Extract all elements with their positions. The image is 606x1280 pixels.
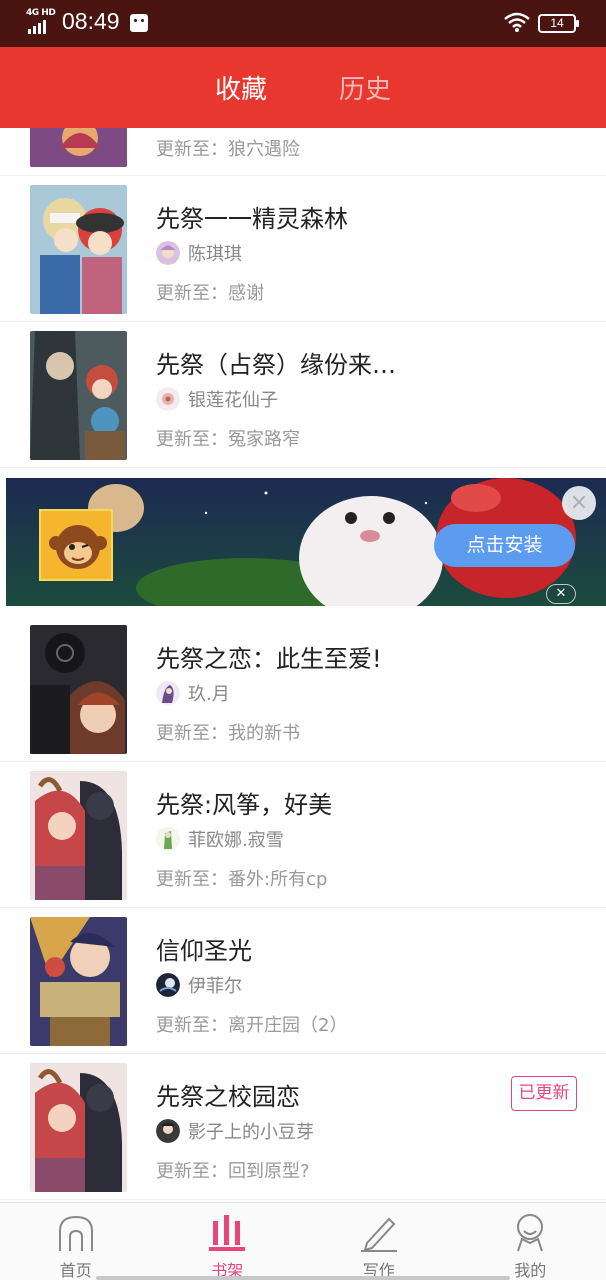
author-avatar xyxy=(156,681,180,705)
update-text: 更新至：离开庄园（2） xyxy=(156,1015,348,1036)
book-cover xyxy=(30,128,127,167)
nav-profile[interactable]: 我的 xyxy=(455,1203,606,1280)
pencil-icon xyxy=(360,1217,397,1252)
home-indicator xyxy=(96,1276,510,1280)
update-text: 更新至：狼穴遇险 xyxy=(156,139,300,160)
author-name: 陈琪琪 xyxy=(188,244,242,265)
update-text: 更新至：回到原型? xyxy=(156,1161,310,1182)
book-title: 先祭（占祭）缘份来… xyxy=(156,351,396,379)
ad-banner[interactable]: 点击安装 × ✕ xyxy=(6,478,606,606)
status-bar: 4G HD 08:49 14 xyxy=(0,0,606,47)
nav-home[interactable]: 首页 xyxy=(0,1203,152,1280)
list-item[interactable]: 先祭之校园恋 影子上的小豆芽 更新至：回到原型? 已更新 xyxy=(0,1054,606,1200)
author-name: 伊菲尔 xyxy=(188,976,242,997)
author-avatar xyxy=(156,973,180,997)
author-name: 影子上的小豆芽 xyxy=(188,1122,314,1143)
tab-favorites[interactable]: 收藏 xyxy=(215,69,267,106)
author-name: 银莲花仙子 xyxy=(188,390,278,411)
author-row: 菲欧娜.寂雪 xyxy=(156,826,284,852)
book-cover xyxy=(30,771,127,900)
book-title: 信仰圣光 xyxy=(156,937,252,965)
ad-dismiss-icon[interactable]: ✕ xyxy=(546,584,576,604)
network-signal-icon: 4G HD xyxy=(26,8,56,34)
book-list: 更新至：狼穴遇险 先祭一一精灵森林 陈琪琪 更新至：感谢 先祭（占祭）缘份来… … xyxy=(0,128,606,1202)
update-text: 更新至：冤家路窄 xyxy=(156,429,300,450)
update-text: 更新至：感谢 xyxy=(156,283,264,304)
book-title: 先祭:风筝，好美 xyxy=(156,791,333,819)
profile-icon xyxy=(517,1214,544,1252)
book-cover xyxy=(30,1063,127,1192)
author-avatar xyxy=(156,827,180,851)
book-cover xyxy=(30,917,127,1046)
nav-bookshelf[interactable]: 书架 xyxy=(152,1203,304,1280)
author-row: 伊菲尔 xyxy=(156,972,242,998)
author-row: 影子上的小豆芽 xyxy=(156,1118,314,1144)
tab-history[interactable]: 历史 xyxy=(339,69,391,106)
home-icon xyxy=(58,1215,93,1251)
author-name: 菲欧娜.寂雪 xyxy=(188,830,284,851)
bookshelf-icon xyxy=(209,1215,246,1251)
update-text: 更新至：我的新书 xyxy=(156,723,300,744)
list-item[interactable]: 先祭:风筝，好美 菲欧娜.寂雪 更新至：番外:所有cp xyxy=(0,762,606,908)
author-avatar xyxy=(156,387,180,411)
list-item[interactable]: 信仰圣光 伊菲尔 更新至：离开庄园（2） xyxy=(0,908,606,1054)
battery-icon: 14 xyxy=(538,14,579,33)
list-item[interactable]: 先祭一一精灵森林 陈琪琪 更新至：感谢 xyxy=(0,176,606,322)
book-title: 先祭之校园恋 xyxy=(156,1083,300,1111)
book-title: 先祭一一精灵森林 xyxy=(156,205,348,233)
top-tab-bar: 收藏 历史 xyxy=(0,47,606,128)
wifi-icon xyxy=(504,12,530,36)
author-row: 银莲花仙子 xyxy=(156,386,278,412)
status-time: 08:49 xyxy=(62,8,120,34)
ad-close-icon[interactable]: × xyxy=(562,486,596,520)
book-cover xyxy=(30,331,127,460)
notification-icon xyxy=(130,14,148,32)
list-item[interactable]: 先祭之恋：此生至爱! 玖.月 更新至：我的新书 xyxy=(0,616,606,762)
book-cover xyxy=(30,625,127,754)
book-title: 先祭之恋：此生至爱! xyxy=(156,645,382,673)
ad-app-icon xyxy=(39,509,113,581)
ad-install-button[interactable]: 点击安装 xyxy=(434,524,575,567)
author-row: 玖.月 xyxy=(156,680,230,706)
book-cover xyxy=(30,185,127,314)
list-item[interactable]: 更新至：狼穴遇险 xyxy=(0,128,606,176)
author-row: 陈琪琪 xyxy=(156,240,242,266)
author-avatar xyxy=(156,241,180,265)
author-avatar xyxy=(156,1119,180,1143)
updated-badge: 已更新 xyxy=(511,1076,577,1111)
bottom-nav: 首页 书架 写作 我的 xyxy=(0,1202,606,1280)
list-item[interactable]: 先祭（占祭）缘份来… 银莲花仙子 更新至：冤家路窄 xyxy=(0,322,606,468)
update-text: 更新至：番外:所有cp xyxy=(156,869,328,890)
nav-write[interactable]: 写作 xyxy=(303,1203,455,1280)
network-label: 4G HD xyxy=(26,8,56,18)
author-name: 玖.月 xyxy=(188,684,230,705)
